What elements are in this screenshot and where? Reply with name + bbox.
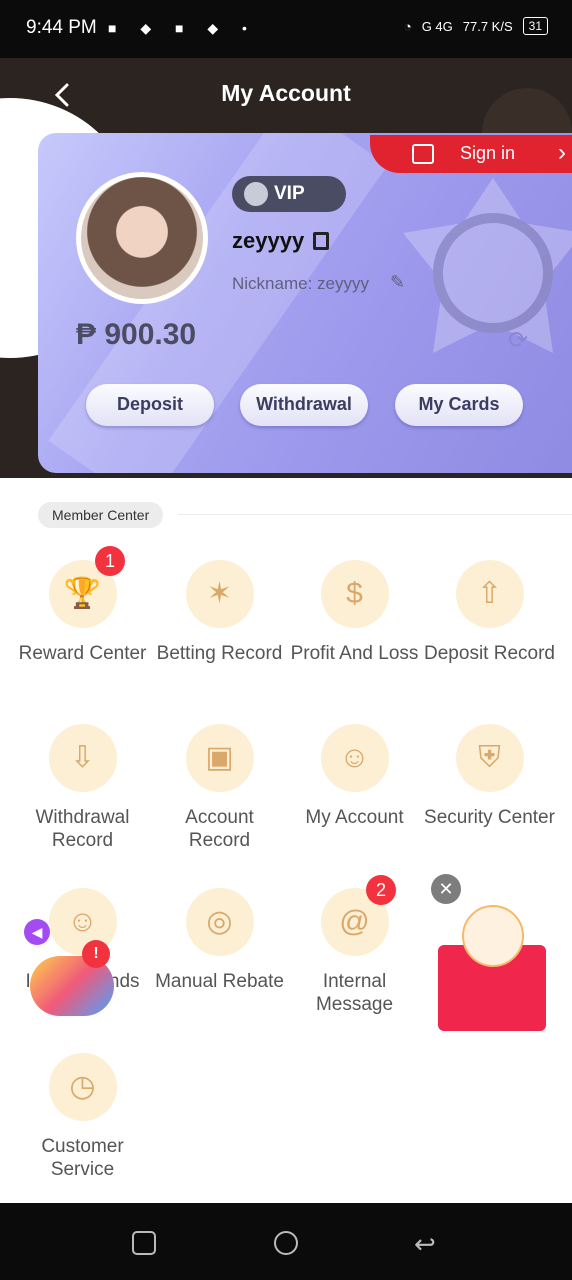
menu-item-withdrawal-record[interactable]: ⇩ Withdrawal Record — [15, 724, 150, 852]
refresh-icon[interactable]: ⟳ — [508, 326, 528, 355]
calendar-check-icon — [412, 144, 434, 164]
support-24-7-icon: ◷ — [69, 1070, 96, 1103]
menu-item-label: My Account — [305, 807, 404, 828]
home-button[interactable] — [274, 1231, 298, 1255]
my-cards-button[interactable]: My Cards — [395, 384, 523, 426]
coins-icon: ◎ — [206, 905, 233, 938]
status-right: ◔ G 4G 77.7 K/S 31 — [404, 17, 548, 35]
menu-item-label: Customer Service — [41, 1136, 124, 1180]
edit-pencil-icon[interactable]: ✎ — [390, 272, 405, 293]
notification-badge: 1 — [95, 546, 125, 576]
speed-label: 77.7 K/S — [462, 18, 513, 34]
menu-item-reward-center[interactable]: 🏆 Reward Center — [15, 560, 150, 665]
sparkle-icon: ✶ — [206, 577, 233, 610]
withdrawal-button[interactable]: Withdrawal — [240, 384, 368, 426]
document-dollar-icon: $ — [346, 577, 363, 610]
menu-item-label: Withdrawal Record — [35, 807, 130, 851]
vip-badge-watermark-icon — [403, 178, 572, 353]
menu-item-customer-service[interactable]: ◷ Customer Service — [15, 1053, 150, 1181]
menu-item-manual-rebate[interactable]: ◎ Manual Rebate — [152, 888, 287, 993]
deposit-button[interactable]: Deposit — [86, 384, 214, 426]
menu-item-account-record[interactable]: ▣ Account Record — [152, 724, 287, 852]
close-promo-button[interactable]: ✕ — [431, 874, 461, 904]
notification-badge: 2 — [366, 875, 396, 905]
menu-item-label: Security Center — [424, 807, 555, 828]
alert-badge: ! — [82, 940, 110, 968]
copy-icon[interactable] — [313, 232, 329, 250]
clipboard-upload-icon: ⇧ — [476, 577, 503, 610]
clipboard-download-icon: ⇩ — [69, 741, 96, 774]
battery-icon: 31 — [522, 17, 548, 35]
vip-medal-icon — [244, 182, 268, 206]
menu-item-label: Account Record — [185, 807, 254, 851]
chevron-right-icon: › — [558, 139, 566, 166]
page-title: My Account — [221, 80, 351, 106]
section-label: Member Center — [38, 502, 164, 528]
avatar-image — [81, 177, 203, 299]
section-divider — [178, 514, 572, 515]
vip-label: VIP — [274, 183, 305, 204]
system-nav-bar: ↩ — [0, 1203, 572, 1280]
mascot-icon — [462, 905, 524, 967]
menu-item-internal-message[interactable]: @ Internal Message — [287, 888, 422, 1016]
menu-item-label: Betting Record — [156, 643, 283, 664]
menu-item-label: Internal Message — [315, 971, 394, 1015]
status-time: 9:44 PM — [26, 17, 97, 38]
nickname: Nickname: zeyyyy — [232, 274, 369, 293]
floating-game-widget[interactable]: ! — [26, 940, 118, 1016]
menu-item-label: Profit And Loss — [290, 643, 419, 664]
recent-apps-button[interactable] — [132, 1231, 156, 1255]
promo-envelope-widget[interactable] — [438, 905, 546, 1033]
wifi-icon: ◔ — [403, 18, 412, 34]
username: zeyyyy — [232, 228, 305, 253]
balance-amount: ₱ 900.30 — [76, 318, 197, 351]
back-nav-button[interactable]: ↩ — [414, 1229, 436, 1260]
status-bar: 9:44 PM ■ ◆ ■ ◆ • ◔ G 4G 77.7 K/S 31 — [0, 0, 572, 58]
menu-item-label: Deposit Record — [424, 643, 555, 664]
safe-icon: ▣ — [205, 741, 234, 774]
avatar[interactable] — [76, 172, 208, 304]
shield-user-icon: ⛨ — [478, 741, 501, 774]
menu-item-betting-record[interactable]: ✶ Betting Record — [152, 560, 287, 665]
sign-in-label: Sign in — [460, 143, 516, 163]
menu-item-profit-and-loss[interactable]: $ Profit And Loss — [287, 560, 422, 665]
notification-icons: ■ ◆ ■ ◆ • — [108, 20, 257, 36]
menu-item-security-center[interactable]: ⛨ Security Center — [422, 724, 557, 829]
network-label: G 4G — [421, 18, 453, 34]
vip-badge[interactable]: VIP — [232, 176, 346, 212]
user-icon: ☺ — [339, 741, 370, 774]
menu-item-my-account[interactable]: ☺ My Account — [287, 724, 422, 829]
menu-item-label: Reward Center — [18, 643, 147, 664]
menu-item-deposit-record[interactable]: ⇧ Deposit Record — [422, 560, 557, 665]
sign-in-button[interactable]: Sign in › — [370, 135, 572, 173]
menu-item-label: Manual Rebate — [155, 971, 284, 992]
